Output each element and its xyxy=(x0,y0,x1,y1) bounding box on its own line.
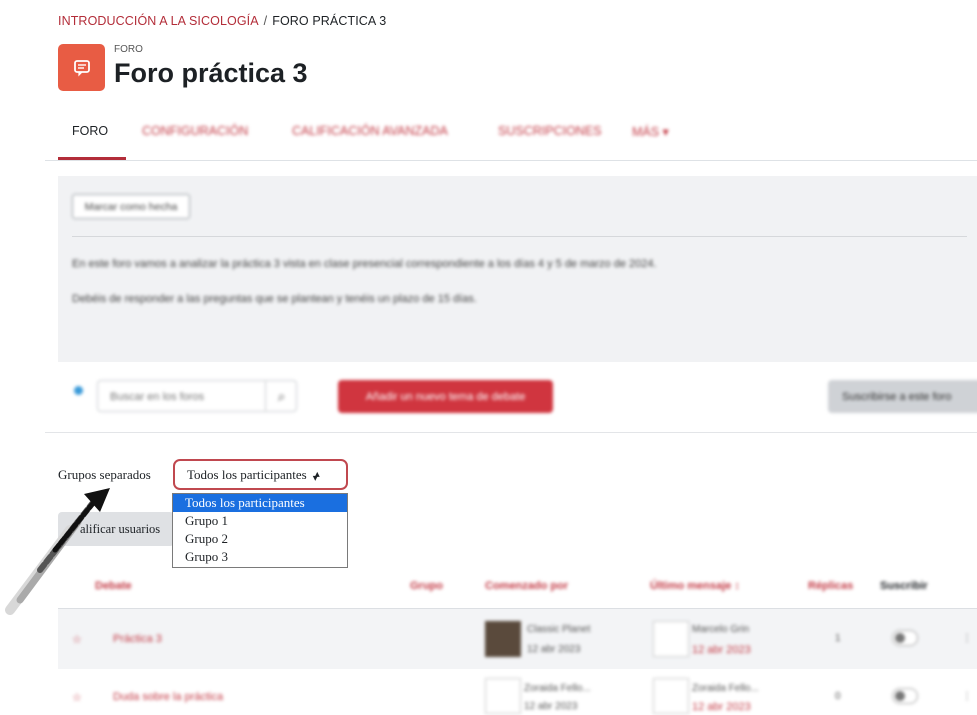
started-by-date: 12 abr 2023 xyxy=(524,701,578,712)
replies-count: 0 xyxy=(835,691,841,702)
group-option-grupo-2[interactable]: Grupo 2 xyxy=(173,530,347,548)
tab-configuracion[interactable]: CONFIGURACIÓN xyxy=(142,124,248,138)
tab-mas[interactable]: MÁS ▾ xyxy=(632,124,669,139)
col-debate[interactable]: Debate xyxy=(95,580,132,592)
tab-calificacion-avanzada[interactable]: CALIFICACIÓN AVANZADA xyxy=(292,124,448,138)
activity-type-label: FORO xyxy=(114,44,143,55)
last-post-name[interactable]: Marcelo Grin xyxy=(692,624,749,635)
secondary-nav: FORO CONFIGURACIÓN CALIFICACIÓN AVANZADA… xyxy=(58,112,977,160)
breadcrumb-separator: / xyxy=(263,14,268,28)
tabs-divider xyxy=(45,160,977,161)
page-title: Foro práctica 3 xyxy=(114,58,308,88)
description-line-2: Debéis de responder a las preguntas que … xyxy=(72,293,477,305)
avatar xyxy=(653,621,689,657)
group-option-todos[interactable]: Todos los participantes xyxy=(173,494,347,512)
breadcrumb-current: FORO PRÁCTICA 3 xyxy=(272,14,387,28)
last-post-date[interactable]: 12 abr 2023 xyxy=(692,701,751,713)
annotation-arrow-icon xyxy=(5,488,110,615)
subscribe-toggle[interactable] xyxy=(892,688,918,704)
last-post-date[interactable]: 12 abr 2023 xyxy=(692,644,751,656)
col-ultimo-mensaje[interactable]: Último mensaje ↕ xyxy=(650,580,740,592)
group-select[interactable]: Todos los participantes ▴▾ xyxy=(173,459,348,490)
col-replicas[interactable]: Réplicas xyxy=(808,580,853,592)
star-icon[interactable]: ☆ xyxy=(72,633,82,646)
tab-suscripciones[interactable]: SUSCRIPCIONES xyxy=(498,124,602,138)
tab-foro[interactable]: FORO xyxy=(72,124,108,138)
col-suscribir: Suscribir xyxy=(880,580,928,592)
search-placeholder: Buscar en los foros xyxy=(110,391,205,403)
select-arrows-icon: ▴▾ xyxy=(312,469,320,484)
star-icon[interactable]: ☆ xyxy=(72,691,82,704)
toolbar-divider xyxy=(45,432,977,433)
started-by-name[interactable]: Zoraida Fello... xyxy=(524,683,591,694)
search-icon[interactable]: ⌕ xyxy=(265,381,297,411)
col-comenzado-por[interactable]: Comenzado por xyxy=(485,580,568,592)
subscribe-forum-button[interactable]: Suscribirse a este foro xyxy=(828,380,977,413)
more-actions-icon[interactable]: ⋮ xyxy=(962,633,972,644)
breadcrumb: INTRODUCCIÓN A LA SICOLOGÍA / FORO PRÁCTIC… xyxy=(58,14,386,28)
replies-count: 1 xyxy=(835,633,841,644)
last-post-name[interactable]: Zoraida Fello... xyxy=(692,683,759,694)
group-option-grupo-3[interactable]: Grupo 3 xyxy=(173,548,347,566)
forum-icon xyxy=(58,44,105,91)
avatar xyxy=(485,621,521,657)
group-select-value: Todos los participantes xyxy=(187,466,307,482)
description-line-1: En este foro vamos a analizar la práctic… xyxy=(72,258,657,270)
col-grupo[interactable]: Grupo xyxy=(410,580,443,592)
breadcrumb-course-link[interactable]: INTRODUCCIÓN A LA SICOLOGÍA xyxy=(58,14,259,28)
started-by-date: 12 abr 2023 xyxy=(527,644,581,655)
discussion-title-link[interactable]: Práctica 3 xyxy=(113,633,162,645)
subscribe-toggle[interactable] xyxy=(892,630,918,646)
group-select-options: Todos los participantes Grupo 1 Grupo 2 … xyxy=(172,493,348,568)
started-by-name[interactable]: Classic Planet xyxy=(527,624,590,635)
group-option-grupo-1[interactable]: Grupo 1 xyxy=(173,512,347,530)
add-discussion-button[interactable]: Añadir un nuevo tema de debate xyxy=(338,380,553,413)
mark-done-button[interactable]: Marcar como hecha xyxy=(72,194,190,219)
more-actions-icon[interactable]: ⋮ xyxy=(962,691,972,702)
discussion-title-link[interactable]: Duda sobre la práctica xyxy=(113,691,223,703)
info-icon xyxy=(74,386,83,395)
description-divider xyxy=(72,236,967,237)
